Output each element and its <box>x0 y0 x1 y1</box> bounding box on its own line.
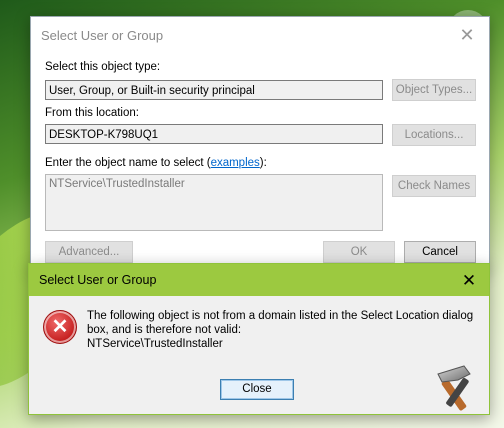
tools-hammer-logo <box>437 365 471 411</box>
select-user-dialog: Select User or Group ✕ Select this objec… <box>30 16 490 270</box>
check-names-button[interactable]: Check Names <box>392 175 476 197</box>
examples-link[interactable]: examples <box>211 157 260 169</box>
object-types-button[interactable]: Object Types... <box>392 79 476 101</box>
error-message: The following object is not from a domai… <box>87 309 477 351</box>
enter-name-label: Enter the object name to select (example… <box>45 157 267 169</box>
object-name-input[interactable]: NTService\TrustedInstaller <box>45 174 383 231</box>
error-message-text: The following object is not from a domai… <box>87 310 474 336</box>
dialog-title: Select User or Group <box>41 27 164 43</box>
location-field: DESKTOP-K798UQ1 <box>45 124 383 144</box>
object-type-field: User, Group, or Built-in security princi… <box>45 80 383 100</box>
dialog-titlebar: Select User or Group ✕ <box>31 17 489 53</box>
error-dialog-titlebar: Select User or Group ✕ <box>29 264 489 296</box>
ok-button[interactable]: OK <box>323 241 395 263</box>
cancel-button[interactable]: Cancel <box>404 241 476 263</box>
advanced-button[interactable]: Advanced... <box>45 241 133 263</box>
locations-button[interactable]: Locations... <box>392 124 476 146</box>
error-icon: ✕ <box>43 310 77 344</box>
close-icon[interactable]: ✕ <box>457 26 477 44</box>
error-dialog-title: Select User or Group <box>39 273 157 287</box>
close-icon[interactable]: ✕ <box>459 272 479 289</box>
error-object-name: NTService\TrustedInstaller <box>87 338 223 350</box>
error-dialog: Select User or Group ✕ ✕ The following o… <box>28 263 490 415</box>
enter-name-prefix: Enter the object name to select ( <box>45 157 211 169</box>
close-button[interactable]: Close <box>220 379 294 400</box>
location-label: From this location: <box>45 107 139 119</box>
enter-name-suffix: ): <box>259 157 267 169</box>
object-type-label: Select this object type: <box>45 61 161 73</box>
